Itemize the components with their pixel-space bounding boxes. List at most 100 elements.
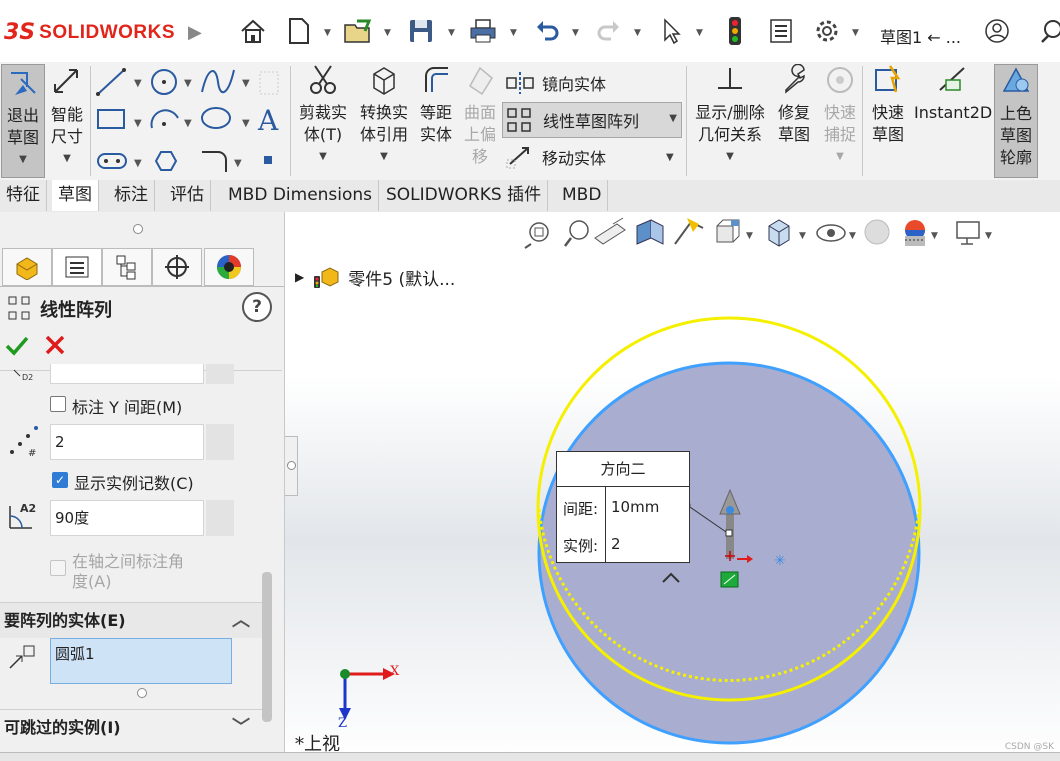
move-entities-button[interactable]: 移动实体 ▼ bbox=[504, 142, 674, 172]
tab-mbd[interactable]: MBD bbox=[556, 180, 609, 211]
polygon-tool-icon bbox=[154, 151, 178, 171]
gear-icon[interactable] bbox=[810, 14, 844, 48]
selection-box-resize-handle[interactable] bbox=[137, 688, 147, 698]
tab-solidworks-addins[interactable]: SOLIDWORKS 插件 bbox=[380, 180, 549, 211]
instances-count-input[interactable]: 2 bbox=[50, 424, 204, 460]
svg-text:▼: ▼ bbox=[184, 118, 192, 129]
shaded-sketch-contours-button[interactable]: 上色草图轮廓 bbox=[994, 64, 1038, 178]
mirror-entities-button[interactable]: 镜向实体 bbox=[504, 68, 606, 98]
select-dropdown-icon[interactable]: ▼ bbox=[696, 28, 703, 38]
svg-text:✳: ✳ bbox=[774, 553, 786, 569]
instant2d-button[interactable]: Instant2D bbox=[914, 64, 992, 176]
convert-icon bbox=[373, 67, 395, 95]
repair-sketch-button[interactable]: 修复草图 bbox=[772, 63, 816, 176]
svg-text:▼: ▼ bbox=[134, 78, 142, 89]
user-icon[interactable] bbox=[980, 14, 1014, 48]
display-instance-count-checkbox[interactable]: ✓ bbox=[52, 472, 68, 488]
callout-spacing-value[interactable]: 10mm bbox=[611, 498, 659, 516]
entities-to-pattern-header[interactable]: 要阵列的实体(E) ︿ bbox=[0, 602, 262, 638]
rapid-snap-label: 快速捕捉 bbox=[823, 103, 856, 144]
open-icon[interactable] bbox=[342, 14, 376, 48]
convert-entities-button[interactable]: 转换实体引用 ▼ bbox=[354, 64, 414, 176]
point-tool-icon bbox=[264, 156, 272, 164]
ok-check-icon[interactable] bbox=[4, 334, 30, 358]
configuration-manager-tab-icon[interactable] bbox=[102, 248, 152, 286]
feature-manager-tab-icon[interactable] bbox=[2, 248, 52, 286]
angle-input[interactable]: 90度 bbox=[50, 500, 204, 536]
offset-entities-button[interactable]: 等距实体 bbox=[414, 64, 458, 176]
print-dropdown-icon[interactable]: ▼ bbox=[510, 28, 517, 38]
cancel-x-icon[interactable] bbox=[44, 334, 66, 356]
traffic-light-icon[interactable] bbox=[718, 14, 752, 48]
rapid-sketch-button[interactable]: 快速草图 bbox=[866, 64, 910, 176]
solidworks-logo[interactable]: 3S SOLIDWORKS bbox=[4, 20, 175, 45]
panel-scrollbar[interactable] bbox=[262, 572, 272, 722]
save-icon[interactable] bbox=[404, 14, 438, 48]
tab-markup[interactable]: 标注 bbox=[108, 180, 155, 211]
exit-sketch-button[interactable]: 退出草图 ▼ bbox=[1, 64, 45, 178]
svg-text:#: # bbox=[28, 448, 36, 456]
display-delete-relations-button[interactable]: 显示/删除几何关系 ▼ bbox=[690, 64, 770, 176]
z-axis-label: Z bbox=[338, 716, 348, 731]
selected-entity-item[interactable]: 圆弧1 bbox=[55, 643, 231, 664]
panel-splitter-handle[interactable] bbox=[133, 224, 143, 234]
tab-evaluate[interactable]: 评估 bbox=[164, 180, 211, 211]
angle-spinner[interactable] bbox=[206, 500, 234, 536]
offset-on-surface-button[interactable]: 曲面上偏移 bbox=[460, 64, 500, 176]
y-spacing-field[interactable] bbox=[50, 364, 204, 384]
print-icon[interactable] bbox=[466, 14, 500, 48]
pattern-direction-callout[interactable]: 方向二 间距: 10mm 实例: 2 bbox=[556, 451, 690, 563]
undo-icon[interactable] bbox=[530, 14, 564, 48]
trim-entities-button[interactable]: 剪裁实体(T) ▼ bbox=[294, 64, 352, 176]
watermark: CSDN @SK bbox=[1004, 742, 1054, 752]
y-spacing-spinner[interactable] bbox=[206, 364, 234, 384]
new-document-icon[interactable] bbox=[282, 14, 316, 48]
dimxpert-tab-icon[interactable] bbox=[152, 248, 202, 286]
save-dropdown-icon[interactable]: ▼ bbox=[448, 28, 455, 38]
new-dropdown-icon[interactable]: ▼ bbox=[324, 28, 331, 38]
callout-instances-value[interactable]: 2 bbox=[611, 535, 621, 553]
property-manager-tab-icon[interactable] bbox=[52, 248, 102, 286]
options-list-icon[interactable] bbox=[764, 14, 798, 48]
tab-mbd-dimensions[interactable]: MBD Dimensions bbox=[222, 180, 380, 211]
property-manager-title: 线性阵列 bbox=[40, 300, 112, 321]
quick-snap-icon bbox=[827, 67, 853, 93]
tab-features[interactable]: 特征 bbox=[0, 180, 47, 211]
instances-count-spinner[interactable] bbox=[206, 424, 234, 460]
move-dropdown-icon[interactable]: ▼ bbox=[666, 152, 674, 163]
gear-dropdown-icon[interactable]: ▼ bbox=[852, 28, 859, 38]
redo-icon[interactable] bbox=[592, 14, 626, 48]
help-button[interactable]: ? bbox=[242, 292, 272, 322]
ribbon-separator bbox=[862, 66, 863, 176]
skip-instances-header[interactable]: 可跳过的实例(I) ﹀ bbox=[0, 709, 262, 745]
dim-angle-between-axes-checkbox[interactable] bbox=[50, 560, 66, 576]
undo-dropdown-icon[interactable]: ▼ bbox=[572, 28, 579, 38]
trim-icon bbox=[310, 65, 336, 94]
tab-sketch[interactable]: 草图 bbox=[52, 180, 99, 211]
linear-sketch-pattern-button[interactable]: 线性草图阵列 ▼ bbox=[502, 102, 682, 138]
expand-chevron-down-icon[interactable]: ﹀ bbox=[232, 710, 250, 746]
redo-dropdown-icon[interactable]: ▼ bbox=[634, 28, 641, 38]
manager-tabs bbox=[0, 246, 284, 287]
linear-pattern-dropdown-icon[interactable]: ▼ bbox=[669, 113, 677, 124]
display-manager-tab-icon[interactable] bbox=[204, 248, 254, 286]
instant2d-icon bbox=[939, 67, 965, 91]
open-dropdown-icon[interactable]: ▼ bbox=[384, 28, 391, 38]
mirror-label: 镜向实体 bbox=[542, 75, 607, 94]
home-icon[interactable] bbox=[236, 14, 270, 48]
smart-dimension-button[interactable]: 智能尺寸 ▼ bbox=[46, 64, 88, 176]
search-icon[interactable] bbox=[1036, 14, 1060, 48]
graphics-area[interactable]: ▼ ▼ ▼ ▼ ▼ ▶ 零件5 (默认... ✳ X Z 方向二 间距: 10m… bbox=[285, 212, 1060, 760]
display-instance-count-label: 显示实例记数(C) bbox=[74, 474, 194, 493]
collapse-chevron-up-icon[interactable]: ︿ bbox=[232, 603, 250, 639]
svg-text:▼: ▼ bbox=[184, 78, 192, 89]
quick-snaps-button[interactable]: 快速捕捉 ▼ bbox=[820, 64, 860, 176]
dim-y-spacing-checkbox[interactable] bbox=[50, 396, 66, 412]
entities-selection-box[interactable]: 圆弧1 bbox=[50, 638, 232, 684]
svg-text:▼: ▼ bbox=[134, 118, 142, 129]
linear-pattern-label: 线性草图阵列 bbox=[543, 112, 640, 131]
menu-expand-arrow-icon[interactable]: ▶ bbox=[188, 22, 202, 43]
ribbon-separator bbox=[686, 66, 687, 176]
y-spacing-icon: D2 bbox=[13, 369, 33, 382]
select-arrow-icon[interactable] bbox=[654, 14, 688, 48]
